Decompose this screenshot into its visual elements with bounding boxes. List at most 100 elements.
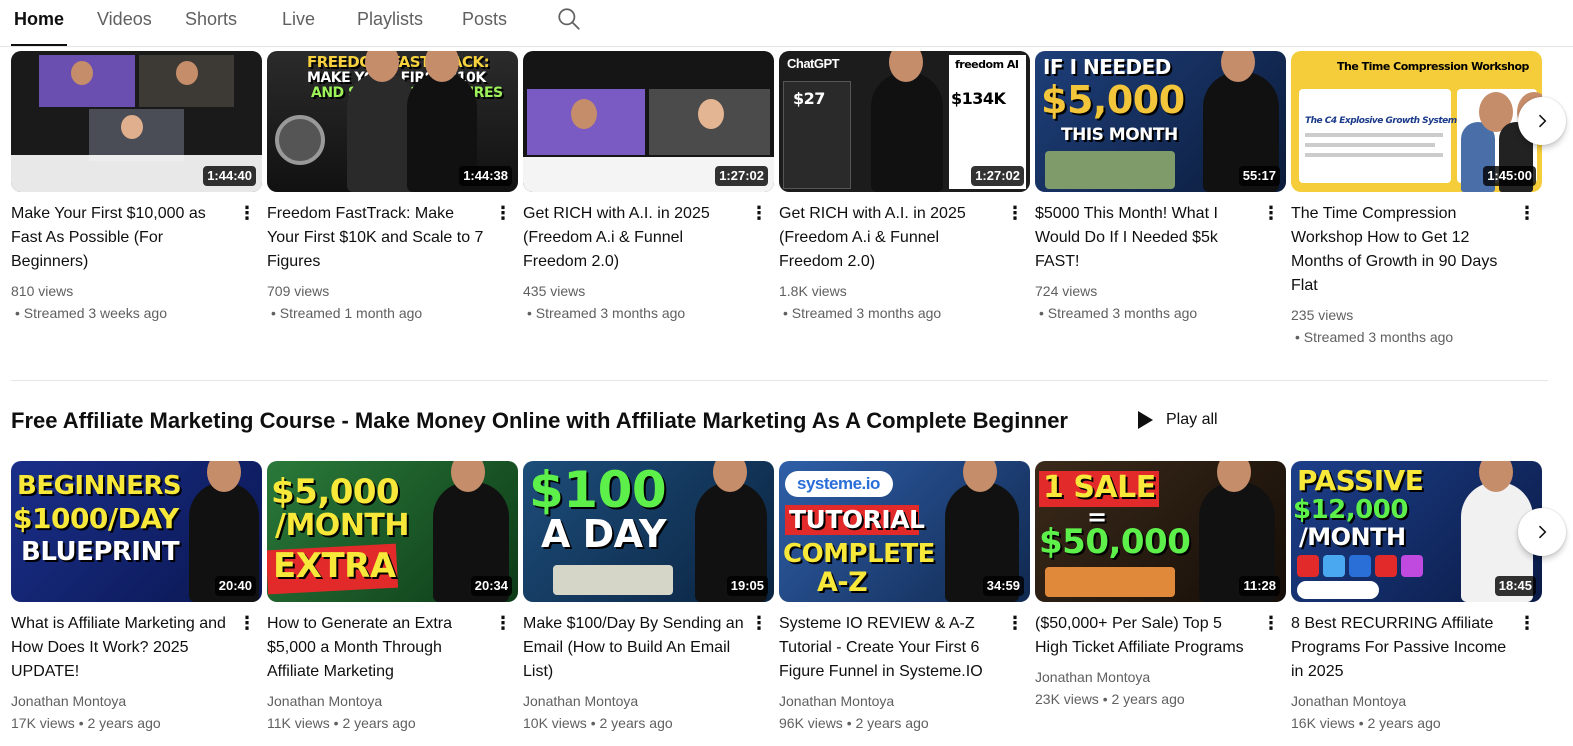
shelf-next-button[interactable] [1518,97,1566,145]
stream-date: • Streamed 1 month ago [271,305,423,321]
playlist-shelf: BEGINNERS $1000/DAY BLUEPRINT 20:40 What… [11,461,1573,746]
stream-date: • Streamed 3 months ago [1295,329,1454,345]
video-thumbnail[interactable]: ChatGPT $27 freedom AI $134K 1:27:02 [779,51,1030,192]
more-vert-icon[interactable]: ⋮ [750,613,768,637]
tab-home[interactable]: Home [10,8,68,46]
more-vert-icon[interactable]: ⋮ [1518,613,1536,637]
video-stats: 10K views • 2 years ago [523,715,673,731]
video-thumbnail[interactable]: systeme.io TUTORIAL COMPLETE A-Z 34:59 [779,461,1030,602]
video-card: 1 SALE = $50,000 11:28 ($50,000+ Per Sal… [1035,461,1286,710]
video-thumbnail[interactable]: 1:27:02 [523,51,774,192]
thumb-text: IF I NEEDED [1043,55,1171,79]
video-stats: 23K views • 2 years ago [1035,691,1185,707]
video-thumbnail[interactable]: $5,000 /MONTH EXTRA 20:34 [267,461,518,602]
thumb-text: $1000/DAY [13,502,179,535]
video-card: $5,000 /MONTH EXTRA 20:34 How to Generat… [267,461,518,734]
video-title[interactable]: Freedom FastTrack: Make Your First $10K … [267,202,518,274]
tab-playlists[interactable]: Playlists [357,8,423,46]
search-icon[interactable] [556,6,582,32]
video-title[interactable]: The Time Compression Workshop How to Get… [1291,202,1542,298]
thumb-text: A-Z [817,567,868,598]
video-title[interactable]: Make $100/Day By Sending an Email (How t… [523,612,774,684]
video-stats: 16K views • 2 years ago [1291,715,1441,731]
video-title[interactable]: Systeme IO REVIEW & A-Z Tutorial - Creat… [779,612,1030,684]
stream-date: • Streamed 3 months ago [783,305,942,321]
more-vert-icon[interactable]: ⋮ [1518,203,1536,227]
tab-shorts[interactable]: Shorts [185,8,237,46]
recent-streams-shelf: 1:44:40 Make Your First $10,000 as Fast … [11,51,1573,351]
more-vert-icon[interactable]: ⋮ [238,613,256,637]
play-icon [1138,411,1153,429]
channel-name[interactable]: Jonathan Montoya [1291,690,1542,712]
more-vert-icon[interactable]: ⋮ [750,203,768,227]
video-thumbnail[interactable]: The Time Compression Workshop The C4 Exp… [1291,51,1542,192]
channel-name[interactable]: Jonathan Montoya [523,690,774,712]
thumb-text: THIS MONTH [1061,125,1178,145]
more-vert-icon[interactable]: ⋮ [238,203,256,227]
play-all-label: Play all [1166,411,1218,428]
duration-badge: 20:34 [470,576,512,596]
video-card: 1:44:40 Make Your First $10,000 as Fast … [11,51,262,324]
video-card: 1:27:02 Get RICH with A.I. in 2025 (Free… [523,51,774,324]
video-title[interactable]: Make Your First $10,000 as Fast As Possi… [11,202,262,274]
stream-date: • Streamed 3 months ago [1039,305,1198,321]
channel-name[interactable]: Jonathan Montoya [779,690,1030,712]
video-card: PASSIVE $12,000 /MONTH 18:45 8 Best RECU… [1291,461,1542,734]
video-title[interactable]: Get RICH with A.I. in 2025 (Freedom A.i … [523,202,774,274]
duration-badge: 1:44:38 [459,166,512,186]
view-count: 724 views [1035,283,1098,299]
video-card: IF I NEEDED $5,000 THIS MONTH 55:17 $500… [1035,51,1286,324]
channel-name[interactable]: Jonathan Montoya [267,690,518,712]
thumb-text: $134K [951,89,1006,108]
thumb-text: freedom AI [955,58,1019,71]
video-thumbnail[interactable]: PASSIVE $12,000 /MONTH 18:45 [1291,461,1542,602]
video-title[interactable]: ($50,000+ Per Sale) Top 5 High Ticket Af… [1035,612,1286,660]
more-vert-icon[interactable]: ⋮ [494,613,512,637]
video-thumbnail[interactable]: BEGINNERS $1000/DAY BLUEPRINT 20:40 [11,461,262,602]
duration-badge: 20:40 [214,576,256,596]
more-vert-icon[interactable]: ⋮ [1006,613,1024,637]
shelf-next-button[interactable] [1518,508,1566,556]
video-thumbnail[interactable]: $100 A DAY 19:05 [523,461,774,602]
tab-videos[interactable]: Videos [97,8,152,46]
video-thumbnail[interactable]: FREEDOM FASTTRACK: MAKE YOUR FIRST $10K … [267,51,518,192]
tab-posts[interactable]: Posts [462,8,507,46]
stream-date: • Streamed 3 weeks ago [15,305,167,321]
more-vert-icon[interactable]: ⋮ [1006,203,1024,227]
video-card: $100 A DAY 19:05 Make $100/Day By Sendin… [523,461,774,734]
duration-badge: 34:59 [982,576,1024,596]
video-title[interactable]: How to Generate an Extra $5,000 a Month … [267,612,518,684]
video-title[interactable]: 8 Best RECURRING Affiliate Programs For … [1291,612,1542,684]
video-thumbnail[interactable]: 1 SALE = $50,000 11:28 [1035,461,1286,602]
channel-name[interactable]: Jonathan Montoya [11,690,262,712]
more-vert-icon[interactable]: ⋮ [494,203,512,227]
duration-badge: 55:17 [1238,166,1280,186]
thumb-text: COMPLETE [783,539,935,569]
thumb-text: $5,000 [1041,78,1185,122]
play-all-button[interactable]: Play all [1126,402,1228,438]
thumb-text: PASSIVE [1297,464,1424,497]
thumb-text: $12,000 [1293,495,1408,525]
video-title[interactable]: What is Affiliate Marketing and How Does… [11,612,262,684]
view-count: 235 views [1291,307,1354,323]
tab-live[interactable]: Live [282,8,315,46]
more-vert-icon[interactable]: ⋮ [1262,613,1280,637]
thumb-text: A DAY [541,512,666,556]
video-thumbnail[interactable]: IF I NEEDED $5,000 THIS MONTH 55:17 [1035,51,1286,192]
video-card: The Time Compression Workshop The C4 Exp… [1291,51,1542,348]
video-stats: 11K views • 2 years ago [267,715,416,731]
video-title[interactable]: $5000 This Month! What I Would Do If I N… [1035,202,1286,274]
channel-name[interactable]: Jonathan Montoya [1035,666,1286,688]
duration-badge: 1:27:02 [715,166,768,186]
chevron-right-icon [1538,114,1547,128]
thumb-text: $27 [793,89,825,108]
thumb-text: $5,000 [271,472,400,512]
video-title[interactable]: Get RICH with A.I. in 2025 (Freedom A.i … [779,202,1030,274]
video-thumbnail[interactable]: 1:44:40 [11,51,262,192]
thumb-text: BEGINNERS [17,471,182,501]
channel-tabs: Home Videos Shorts Live Playlists Posts [0,0,1573,47]
playlist-section-title[interactable]: Free Affiliate Marketing Course - Make M… [11,406,1068,436]
thumb-text: 1 SALE [1043,470,1156,505]
more-vert-icon[interactable]: ⋮ [1262,203,1280,227]
video-card: systeme.io TUTORIAL COMPLETE A-Z 34:59 S… [779,461,1030,734]
